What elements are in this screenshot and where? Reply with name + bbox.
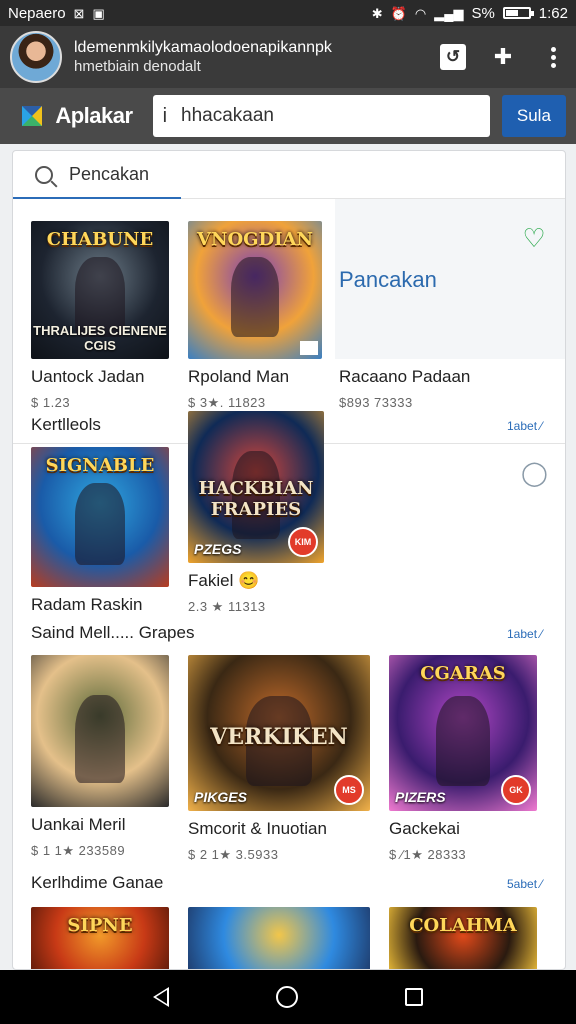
- tab-switch-icon[interactable]: ↺: [440, 44, 466, 70]
- url-line-1: ldemenmkilykamaolodoenapikannpk: [74, 39, 332, 56]
- game-name: Radam Raskin: [31, 595, 143, 614]
- navigation-bar: [0, 970, 576, 1024]
- battery-level: [505, 10, 518, 16]
- thumbnail-title: SIPNE: [67, 915, 133, 936]
- game-name: Fakiel 😊: [188, 571, 260, 590]
- thumbnail-badge: GK: [501, 775, 531, 805]
- game-card[interactable]: SIGNABLE Radam Raskin: [31, 447, 171, 615]
- game-price: $ 3★. 11823: [188, 395, 266, 410]
- game-card[interactable]: SIPNE: [31, 907, 171, 969]
- game-name: Racaano Padaan: [339, 367, 471, 386]
- see-all-link[interactable]: 5abet ⁄: [507, 877, 542, 891]
- game-price: $893 73333: [339, 395, 413, 410]
- app-bar: Aplakar i hhacakaan Sula: [0, 88, 576, 144]
- game-thumbnail[interactable]: CHABUNE THRALIJES CIENENE CGIS: [31, 221, 169, 359]
- url-line-2: hmetbiain denodalt: [74, 58, 201, 75]
- media-icon: ▣: [92, 5, 105, 21]
- thumbnail-tag: PZEGS: [194, 541, 242, 557]
- thumbnail-title: CHABUNE: [46, 229, 154, 250]
- game-thumbnail[interactable]: SIPNE: [31, 907, 169, 969]
- thumbnail-title: CGARAS: [420, 663, 506, 684]
- section-title: Kerlhdime Ganae: [31, 873, 164, 892]
- game-card[interactable]: Racaano Padaan $893 73333: [339, 367, 539, 410]
- game-price: 2.3 ★ 11313: [188, 599, 266, 614]
- game-price: $ 2 1★ 3.5933: [188, 847, 279, 862]
- thumbnail-tag: PIZERS: [395, 789, 446, 805]
- game-name: Uantock Jadan: [31, 367, 145, 386]
- thumbnail-subtitle: THRALIJES CIENENE CGIS: [33, 323, 167, 353]
- game-card[interactable]: [188, 907, 374, 969]
- carrier-label: Nepaero: [8, 4, 66, 22]
- search-value: hhacakaan: [181, 105, 274, 126]
- signal-icon: ▂▄▆: [434, 5, 464, 21]
- inner-search-placeholder: Pencakan: [69, 164, 150, 184]
- url-text[interactable]: ldemenmkilykamaolodoenapikannpk hmetbiai…: [74, 38, 332, 76]
- thumbnail-title: SIGNABLE: [45, 455, 155, 476]
- battery-text: S%: [471, 4, 495, 22]
- more-options-icon[interactable]: [540, 44, 566, 70]
- clock: 1:62: [538, 4, 568, 22]
- game-card[interactable]: VNOGDIAN Rpoland Man $ 3★. 11823: [188, 221, 328, 411]
- text-cursor-icon: i: [162, 104, 168, 127]
- corner-mark-icon: [300, 341, 318, 355]
- game-name: Gackekai: [389, 819, 460, 838]
- recents-icon[interactable]: [404, 988, 423, 1006]
- game-card[interactable]: VERKIKEN PIKGES MS Smcorit & Inuotian $ …: [188, 655, 374, 863]
- game-name: Smcorit & Inuotian: [188, 819, 327, 838]
- game-card[interactable]: COLAHMA: [389, 907, 539, 969]
- game-thumbnail[interactable]: VNOGDIAN: [188, 221, 322, 359]
- game-thumbnail[interactable]: HACKBIAN FRAPIES PZEGS KIM: [188, 411, 324, 563]
- alarm-icon: ⏰: [390, 5, 407, 21]
- brand-name: Aplakar: [55, 103, 133, 128]
- game-thumbnail[interactable]: [188, 907, 370, 969]
- game-card[interactable]: CGARAS PIZERS GK Gackekai $ ⁄1★ 28333: [389, 655, 539, 863]
- thumbnail-tag: PIKGES: [194, 789, 247, 805]
- search-button[interactable]: Sula: [501, 95, 566, 137]
- status-bar: Nepaero ⊠ ▣ ✱ ⏰ ◠ ▂▄▆ S% 1:62: [0, 0, 576, 26]
- wifi-icon: ◠: [414, 5, 427, 21]
- search-input[interactable]: i hhacakaan: [152, 95, 490, 137]
- feature-title[interactable]: Pancakan: [339, 267, 437, 293]
- battery-icon: [502, 7, 534, 19]
- main-content: Pencakan Pancakan ♡ CHABUNE THRALIJES CI…: [12, 150, 566, 970]
- game-card[interactable]: CHABUNE THRALIJES CIENENE CGIS Uantock J…: [31, 221, 171, 410]
- game-thumbnail[interactable]: COLAHMA: [389, 907, 537, 969]
- thumbnail-title: VNOGDIAN: [197, 229, 313, 250]
- thumbnail-title: VERKIKEN: [210, 723, 348, 750]
- game-card[interactable]: HACKBIAN FRAPIES PZEGS KIM Fakiel 😊 2.3 …: [188, 411, 328, 615]
- heart-icon[interactable]: ♡: [521, 225, 547, 251]
- game-price: $ 1.23: [31, 395, 71, 410]
- section-title: Kertlleols: [31, 415, 101, 434]
- gift-icon[interactable]: ✚: [490, 44, 516, 70]
- box-icon: ⊠: [73, 5, 85, 21]
- game-thumbnail[interactable]: CGARAS PIZERS GK: [389, 655, 537, 811]
- section-title: Saind Mell..... Grapes: [31, 623, 195, 642]
- thumbnail-badge: MS: [334, 775, 364, 805]
- search-icon: [35, 165, 53, 184]
- see-all-link[interactable]: 1abet ⁄: [507, 627, 542, 641]
- game-thumbnail[interactable]: [31, 655, 169, 807]
- see-all-link[interactable]: 1abet ⁄: [507, 419, 542, 433]
- game-thumbnail[interactable]: SIGNABLE: [31, 447, 169, 587]
- game-thumbnail[interactable]: VERKIKEN PIKGES MS: [188, 655, 370, 811]
- game-card[interactable]: Uankai Meril $ 1 1★ 233589: [31, 655, 171, 859]
- avatar[interactable]: [10, 31, 62, 83]
- game-name: Uankai Meril: [31, 815, 126, 834]
- home-icon[interactable]: [275, 986, 298, 1008]
- thumbnail-title: HACKBIAN FRAPIES: [198, 477, 314, 520]
- game-price: $ 1 1★ 233589: [31, 843, 126, 858]
- url-bar: ldemenmkilykamaolodoenapikannpk hmetbiai…: [0, 26, 576, 88]
- game-name: Rpoland Man: [188, 367, 290, 386]
- bluetooth-icon: ✱: [371, 5, 383, 21]
- thumbnail-badge: KIM: [288, 527, 318, 557]
- game-price: $ ⁄1★ 28333: [389, 847, 467, 862]
- brand-logo-icon: [20, 104, 43, 128]
- chat-icon[interactable]: ◯: [521, 461, 548, 487]
- app-screen: Nepaero ⊠ ▣ ✱ ⏰ ◠ ▂▄▆ S% 1:62 ldemenmkil…: [0, 0, 576, 1024]
- thumbnail-title: COLAHMA: [409, 915, 517, 936]
- back-icon[interactable]: [153, 987, 170, 1007]
- inner-search-field[interactable]: Pencakan: [13, 151, 565, 199]
